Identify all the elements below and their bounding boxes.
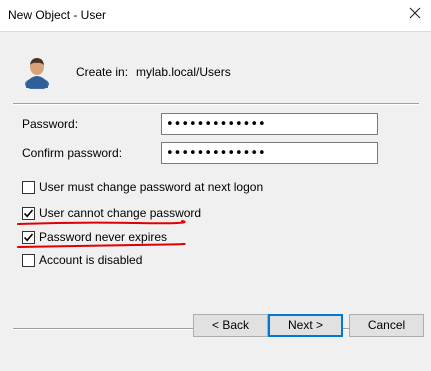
create-in-label: Create in: <box>76 65 129 79</box>
separator <box>13 103 419 105</box>
confirm-password-value: ••••••••••••• <box>166 146 266 161</box>
red-underline-annotation <box>17 220 186 225</box>
checkbox-account-disabled[interactable] <box>22 254 35 267</box>
password-field[interactable]: ••••••••••••• <box>161 113 378 135</box>
window-title: New Object - User <box>8 8 107 22</box>
option-label: User must change password at next logon <box>39 180 264 194</box>
password-label: Password: <box>22 117 79 131</box>
title-bar: New Object - User <box>0 0 431 31</box>
confirm-password-label: Confirm password: <box>22 146 123 160</box>
option-label: Account is disabled <box>39 253 143 267</box>
close-icon[interactable] <box>408 6 422 20</box>
create-in-value: mylab.local/Users <box>136 65 231 79</box>
checkbox-must-change-password[interactable] <box>22 181 35 194</box>
dialog-body: Create in: mylab.local/Users Password: •… <box>0 31 431 371</box>
user-icon <box>25 58 49 89</box>
next-button[interactable]: Next > <box>268 314 343 337</box>
back-button[interactable]: < Back <box>193 314 268 337</box>
red-underline-annotation <box>17 243 186 248</box>
cancel-button[interactable]: Cancel <box>349 314 424 337</box>
confirm-password-field[interactable]: ••••••••••••• <box>161 142 378 164</box>
password-value: ••••••••••••• <box>166 117 266 132</box>
